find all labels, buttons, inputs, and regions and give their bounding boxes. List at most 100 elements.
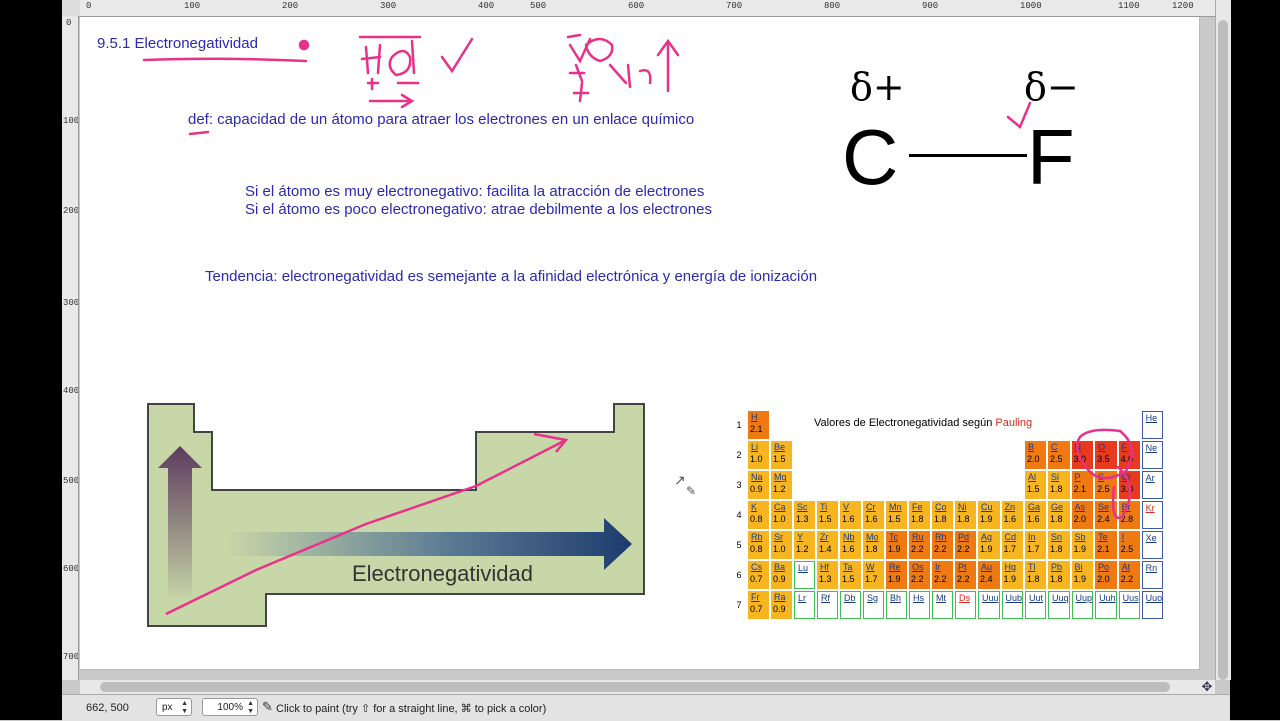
element-symbol[interactable]: Ds [956,592,975,604]
element-cell-bi[interactable]: Bi 1.9 [1071,561,1094,589]
element-symbol[interactable]: Ta [840,561,861,573]
element-symbol[interactable]: Ra [771,591,792,603]
element-cell-hg[interactable]: Hg 1.9 [1001,561,1024,589]
element-cell-bh[interactable]: Bh [886,591,907,619]
navigate-icon[interactable]: ✥ [1199,679,1215,694]
element-symbol[interactable]: Uuu [979,592,999,604]
element-cell-i[interactable]: I 2.5 [1118,531,1140,559]
element-cell-hf[interactable]: Hf 1.3 [817,561,838,589]
element-symbol[interactable]: Tl [1025,561,1046,573]
zoom-select[interactable]: 100% ▲ ▼ [202,698,258,716]
element-cell-uub[interactable]: Uub [1001,591,1024,619]
element-symbol[interactable]: N [1072,441,1094,453]
element-cell-v[interactable]: V 1.6 [840,501,861,529]
element-symbol[interactable]: S [1095,471,1117,483]
element-cell-br[interactable]: Br 2.8 [1118,501,1140,529]
element-cell-na[interactable]: Na 0.9 [748,471,769,499]
element-symbol[interactable]: Xe [1143,532,1163,544]
element-cell-k[interactable]: K 0.8 [748,501,769,529]
element-symbol[interactable]: Cl [1119,471,1140,483]
element-cell-fr[interactable]: Fr 0.7 [748,591,769,619]
element-symbol[interactable]: Mn [886,501,907,513]
element-symbol[interactable]: Ir [932,561,953,573]
element-cell-mo[interactable]: Mo 1.8 [863,531,884,559]
element-symbol[interactable]: Ba [771,561,792,573]
element-cell-at[interactable]: At 2.2 [1118,561,1140,589]
element-symbol[interactable]: Ne [1143,442,1163,454]
element-cell-nb[interactable]: Nb 1.6 [840,531,861,559]
element-symbol[interactable]: Zn [1002,501,1024,513]
element-cell-ag[interactable]: Ag 1.9 [978,531,1000,559]
element-cell-ds[interactable]: Ds [955,591,976,619]
horizontal-scroll-thumb[interactable] [100,682,1170,692]
element-symbol[interactable]: Cs [748,561,769,573]
element-cell-ir[interactable]: Ir 2.2 [932,561,953,589]
element-symbol[interactable]: Ru [909,531,930,543]
ruler-corner[interactable] [62,0,81,17]
element-cell-re[interactable]: Re 1.9 [886,561,907,589]
element-symbol[interactable]: Ni [955,501,976,513]
element-cell-uup[interactable]: Uup [1071,591,1094,619]
element-symbol[interactable]: Pb [1048,561,1070,573]
element-symbol[interactable]: Uuq [1049,592,1069,604]
element-cell-rh[interactable]: Rh 2.2 [932,531,953,559]
element-cell-ge[interactable]: Ge 1.8 [1048,501,1070,529]
element-cell-cs[interactable]: Cs 0.7 [748,561,769,589]
element-cell-ar[interactable]: Ar [1141,471,1164,499]
element-cell-lr[interactable]: Lr [794,591,815,619]
element-cell-al[interactable]: Al 1.5 [1025,471,1047,499]
element-cell-f[interactable]: F 4.0 [1118,441,1140,469]
element-symbol[interactable]: Sn [1048,531,1070,543]
element-cell-rb[interactable]: Rb 0.8 [748,531,769,559]
element-cell-xe[interactable]: Xe [1141,531,1164,559]
element-symbol[interactable]: Pd [955,531,976,543]
element-cell-ta[interactable]: Ta 1.5 [840,561,861,589]
element-cell-tc[interactable]: Tc 1.9 [886,531,907,559]
element-cell-uus[interactable]: Uus [1118,591,1140,619]
element-symbol[interactable]: Po [1095,561,1117,573]
element-cell-se[interactable]: Se 2.4 [1095,501,1117,529]
element-symbol[interactable]: Fe [909,501,930,513]
element-symbol[interactable]: Te [1095,531,1117,543]
element-symbol[interactable]: Bi [1072,561,1094,573]
element-cell-mg[interactable]: Mg 1.2 [771,471,792,499]
element-cell-li[interactable]: Li 1.0 [748,441,769,469]
element-cell-as[interactable]: As 2.0 [1071,501,1094,529]
element-symbol[interactable]: Sg [864,592,883,604]
element-cell-sn[interactable]: Sn 1.8 [1048,531,1070,559]
element-symbol[interactable]: Hf [817,561,838,573]
element-symbol[interactable]: Nb [840,531,861,543]
element-symbol[interactable]: Co [932,501,953,513]
element-symbol[interactable]: He [1143,412,1163,424]
horizontal-scrollbar[interactable] [80,680,1215,694]
element-cell-pd[interactable]: Pd 2.2 [955,531,976,559]
drawing-canvas[interactable]: 9.5.1 Electronegatividad def: capacidad … [80,17,1200,670]
element-cell-ru[interactable]: Ru 2.2 [909,531,930,559]
element-symbol[interactable]: Mg [771,471,792,483]
element-cell-mt[interactable]: Mt [932,591,953,619]
element-symbol[interactable]: Sb [1072,531,1094,543]
element-cell-os[interactable]: Os 2.2 [909,561,930,589]
element-symbol[interactable]: Sr [771,531,792,543]
vertical-scrollbar[interactable] [1215,0,1231,680]
vertical-scroll-thumb[interactable] [1218,20,1228,680]
element-cell-ca[interactable]: Ca 1.0 [771,501,792,529]
element-cell-pt[interactable]: Pt 2.2 [955,561,976,589]
element-symbol[interactable]: Bh [887,592,906,604]
element-symbol[interactable]: W [863,561,884,573]
element-symbol[interactable]: Re [886,561,907,573]
element-symbol[interactable]: Rn [1143,562,1163,574]
element-cell-b[interactable]: B 2.0 [1025,441,1047,469]
element-symbol[interactable]: Hg [1002,561,1024,573]
element-cell-cr[interactable]: Cr 1.6 [863,501,884,529]
element-symbol[interactable]: Y [794,531,815,543]
element-cell-w[interactable]: W 1.7 [863,561,884,589]
element-symbol[interactable]: Ar [1143,472,1163,484]
element-symbol[interactable]: Mt [933,592,952,604]
element-symbol[interactable]: Br [1119,501,1140,513]
element-symbol[interactable]: Al [1025,471,1046,483]
element-symbol[interactable]: Ca [771,501,792,513]
element-symbol[interactable]: Lr [795,592,814,604]
element-cell-lu[interactable]: Lu [794,561,815,589]
element-cell-hs[interactable]: Hs [909,591,930,619]
